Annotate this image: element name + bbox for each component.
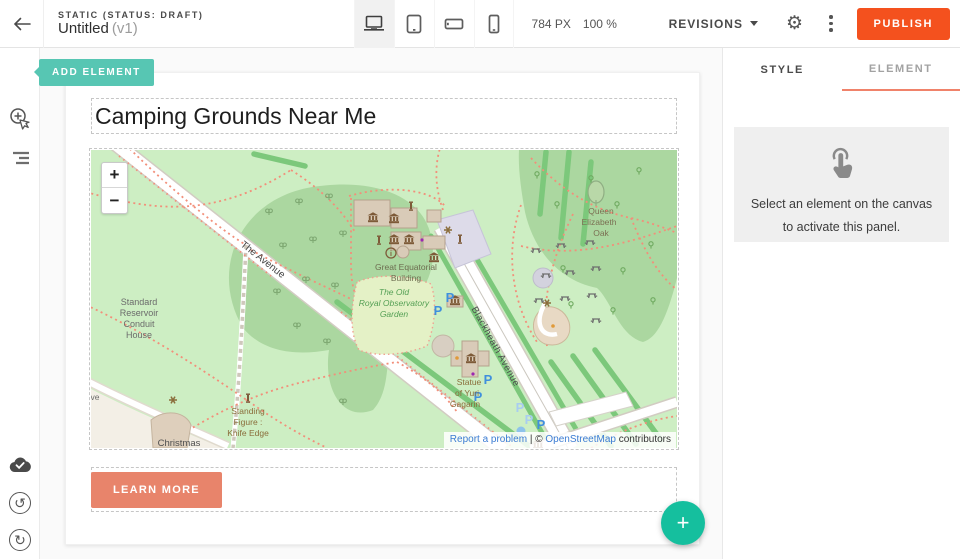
map-zoom-control: + − — [101, 162, 128, 214]
redo-icon: ↻ — [9, 529, 31, 551]
label-road-fragment: ve — [91, 392, 100, 402]
device-desktop-button[interactable] — [354, 0, 394, 48]
add-element-button[interactable] — [0, 105, 40, 135]
svg-text:P: P — [537, 417, 546, 432]
title-text: Untitled — [58, 20, 109, 37]
svg-text:Standing: Standing — [231, 406, 265, 416]
undo-button[interactable]: ↺ — [0, 488, 40, 518]
svg-text:Conduit: Conduit — [123, 319, 155, 329]
device-tablet-button[interactable] — [394, 0, 434, 48]
empty-state-line2: to activate this panel. — [751, 216, 932, 239]
settings-gear-button[interactable]: ⚙ — [786, 14, 803, 33]
svg-text:House: House — [126, 330, 152, 340]
viewport-zoom-value: 100 % — [583, 17, 617, 31]
redo-button[interactable]: ↻ — [0, 525, 40, 555]
svg-text:i: i — [390, 251, 392, 258]
kebab-icon — [829, 15, 833, 19]
page-heading: Camping Grounds Near Me — [92, 103, 376, 130]
osm-link[interactable]: OpenStreetMap — [545, 434, 616, 445]
svg-text:Gagarin: Gagarin — [450, 399, 481, 409]
svg-text:Knife Edge: Knife Edge — [227, 428, 269, 438]
panel-tabs: STYLE ELEMENT — [723, 48, 960, 91]
svg-text:of Yuri: of Yuri — [455, 388, 479, 398]
learn-more-button[interactable]: LEARN MORE — [91, 472, 222, 508]
report-problem-link[interactable]: Report a problem — [450, 434, 527, 445]
button-row-element[interactable]: LEARN MORE — [91, 467, 677, 512]
svg-text:Oak: Oak — [593, 228, 609, 238]
empty-state-line1: Select an element on the canvas — [751, 193, 932, 216]
svg-text:P: P — [446, 290, 455, 305]
version-text: (v1) — [112, 20, 138, 37]
attribution-contributors: contributors — [616, 434, 671, 445]
main-row: ↺ ↻ ADD ELEMENT Camping Grounds Near Me — [0, 48, 960, 559]
svg-text:Great Equatorial: Great Equatorial — [375, 262, 437, 272]
svg-text:Reservoir: Reservoir — [120, 308, 159, 318]
revisions-dropdown[interactable]: REVISIONS — [669, 17, 758, 31]
add-element-icon — [8, 107, 32, 134]
overflow-menu-button[interactable] — [825, 11, 837, 36]
page-builder-app: STATIC (STATUS: DRAFT) Untitled(v1) — [0, 0, 960, 559]
save-status-button[interactable] — [0, 450, 40, 480]
tablet-icon — [406, 14, 422, 34]
add-section-fab[interactable]: + — [661, 501, 705, 545]
svg-text:Elizabeth: Elizabeth — [582, 217, 617, 227]
svg-text:Standard: Standard — [121, 297, 158, 307]
viewport-width-value: 784 PX — [532, 17, 571, 31]
svg-text:Figure :: Figure : — [234, 417, 263, 427]
heading-element[interactable]: Camping Grounds Near Me — [91, 98, 677, 134]
back-button[interactable] — [0, 0, 44, 48]
workspace: Camping Grounds Near Me — [40, 48, 722, 559]
chevron-down-icon — [750, 21, 758, 26]
tab-style[interactable]: STYLE — [723, 48, 842, 91]
svg-text:Building: Building — [391, 273, 422, 283]
viewport-size-readout: 784 PX 100 % — [532, 17, 617, 31]
add-element-tooltip: ADD ELEMENT — [39, 59, 154, 86]
map-zoom-out-button[interactable]: − — [102, 188, 127, 213]
tap-hand-icon — [827, 147, 857, 181]
laptop-icon — [363, 15, 385, 32]
map-attribution: Report a problem | © OpenStreetMap contr… — [444, 432, 676, 448]
phone-portrait-icon — [488, 14, 500, 34]
cloud-saved-icon — [9, 457, 31, 473]
map-element[interactable]: i — [89, 148, 679, 450]
tab-element[interactable]: ELEMENT — [842, 48, 960, 91]
device-preview-toggle — [354, 0, 514, 48]
map-canvas: i — [91, 150, 677, 448]
empty-state-text: Select an element on the canvas to activ… — [751, 193, 932, 239]
revisions-label: REVISIONS — [669, 17, 743, 31]
status-label: STATIC (STATUS: DRAFT) — [58, 10, 204, 20]
panel-empty-state: Select an element on the canvas to activ… — [734, 127, 949, 242]
device-phone-portrait-button[interactable] — [474, 0, 514, 48]
back-arrow-icon — [13, 17, 31, 31]
publish-button[interactable]: PUBLISH — [857, 8, 950, 40]
svg-text:Garden: Garden — [380, 309, 409, 319]
topbar: STATIC (STATUS: DRAFT) Untitled(v1) — [0, 0, 960, 48]
align-lines-icon — [11, 151, 29, 165]
openstreetmap-embed[interactable]: i — [91, 150, 677, 448]
device-phone-landscape-button[interactable] — [434, 0, 474, 48]
map-zoom-in-button[interactable]: + — [102, 163, 127, 188]
svg-text:Statue: Statue — [457, 377, 482, 387]
undo-icon: ↺ — [9, 492, 31, 514]
svg-text:Royal Observatory: Royal Observatory — [359, 298, 430, 308]
gear-icon: ⚙ — [786, 13, 803, 34]
label-christmas: Christmas — [158, 438, 201, 448]
svg-text:The Old: The Old — [379, 287, 410, 297]
left-toolbar: ↺ ↻ — [0, 48, 40, 559]
svg-text:P: P — [434, 303, 443, 318]
properties-panel: STYLE ELEMENT Select an element on the c… — [722, 48, 960, 559]
document-title-block: STATIC (STATUS: DRAFT) Untitled(v1) — [44, 10, 204, 38]
svg-text:Queen: Queen — [588, 206, 614, 216]
svg-text:P: P — [484, 372, 493, 387]
phone-landscape-icon — [444, 18, 464, 30]
document-title: Untitled(v1) — [58, 20, 204, 37]
svg-text:P: P — [516, 400, 525, 415]
attribution-separator: | © — [527, 434, 545, 445]
svg-text:P: P — [525, 412, 534, 427]
layers-menu-button[interactable] — [0, 143, 40, 173]
canvas-page[interactable]: Camping Grounds Near Me — [65, 72, 700, 545]
